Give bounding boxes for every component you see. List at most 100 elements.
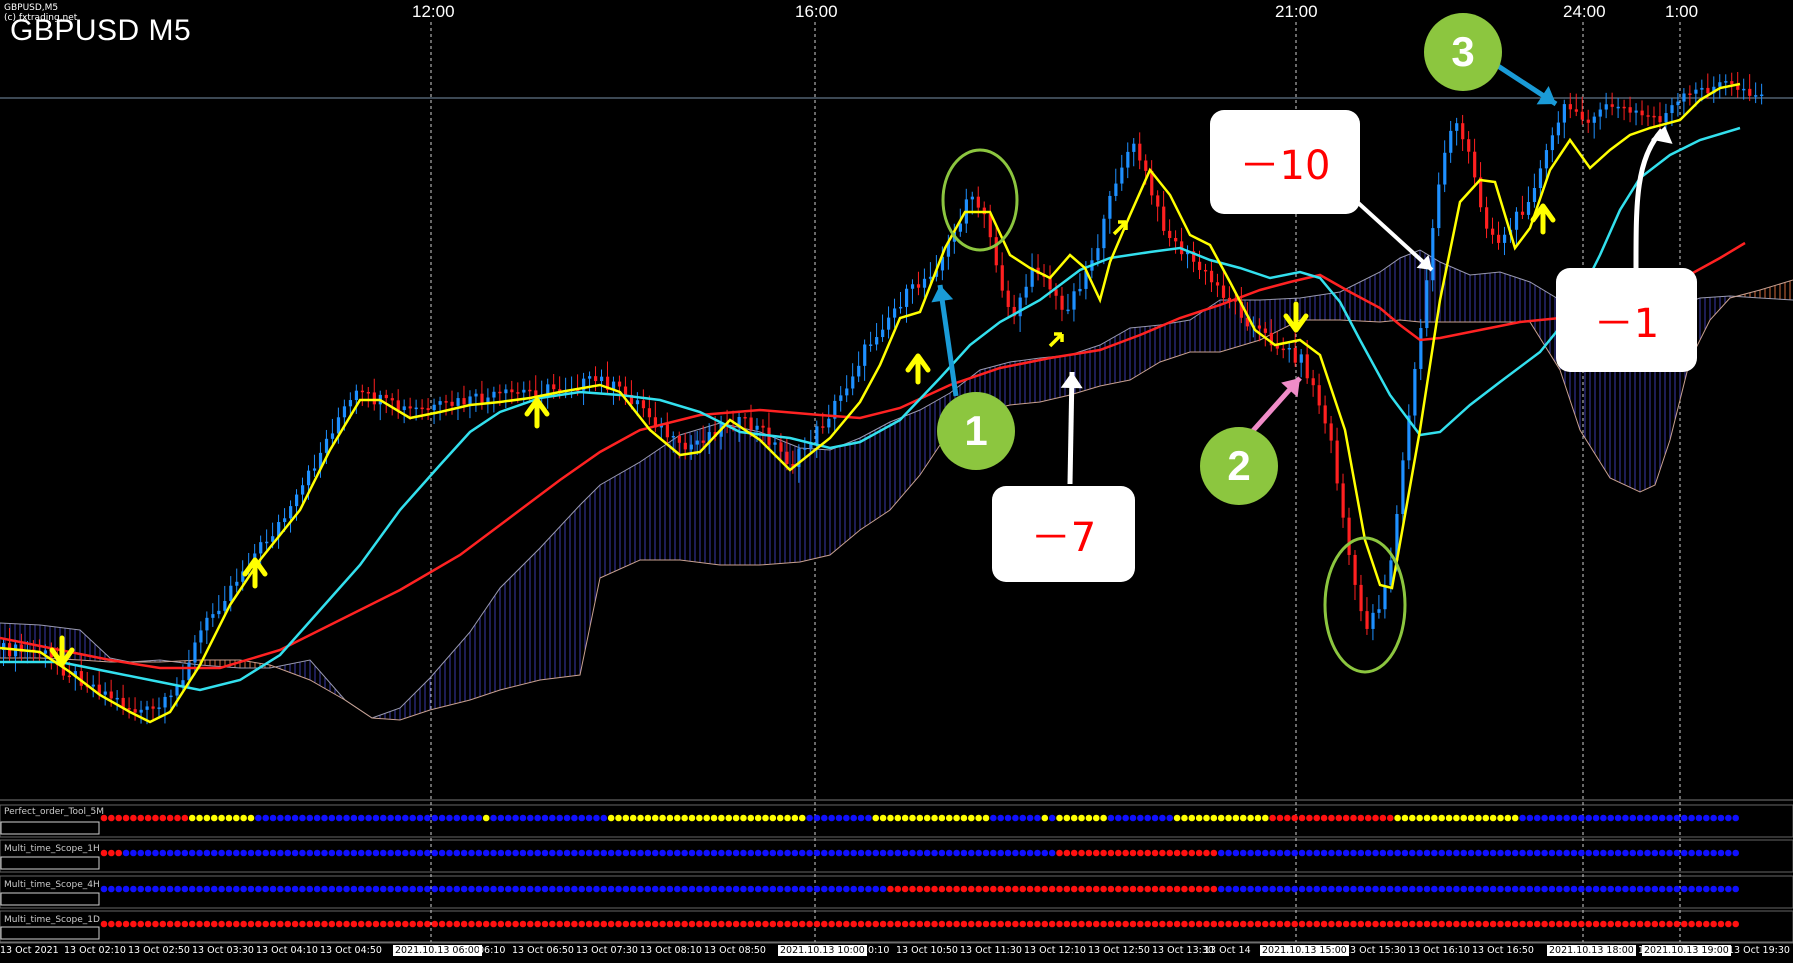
indicator-dot (982, 885, 990, 893)
indicator-dot (181, 885, 189, 893)
indicator-dot (504, 885, 512, 893)
indicator-dot (490, 814, 497, 822)
indicator-dot (1151, 814, 1159, 822)
indicator-dot (1034, 849, 1041, 857)
indicator-dot (1666, 849, 1673, 857)
indicator-dot (387, 920, 394, 928)
indicator-dot (262, 849, 270, 857)
indicator-dot (416, 814, 424, 822)
indicator-dot (1232, 849, 1240, 857)
indicator-dot (196, 920, 203, 928)
candle-body (462, 398, 466, 405)
indicator-dot (1592, 920, 1600, 928)
indicator-dot (188, 885, 196, 893)
indicator-dot (1181, 885, 1188, 893)
indicator-dot (284, 885, 292, 893)
moving-average-fast (0, 82, 1741, 724)
candle-body (600, 376, 604, 382)
indicator-dot (1688, 849, 1695, 857)
indicator-dot (534, 849, 541, 857)
indicator-dot (482, 814, 490, 822)
candle-body (157, 707, 161, 709)
candle-body (689, 444, 693, 450)
indicator-dot (1548, 814, 1556, 822)
indicator-dot (453, 920, 461, 928)
candle-body (893, 308, 897, 318)
indicator-dot (1666, 814, 1673, 822)
indicator-dot (1328, 849, 1335, 857)
indicator-dot (534, 920, 541, 928)
indicator-dot (843, 849, 850, 857)
indicator-dot (313, 849, 321, 857)
indicator-dot (1012, 814, 1019, 822)
indicator-dot (1357, 849, 1365, 857)
indicator-dot (1004, 849, 1012, 857)
indicator-dot (380, 885, 387, 893)
candle-body (420, 407, 424, 410)
indicator-dot (328, 920, 336, 928)
indicator-dot (174, 885, 181, 893)
candle-body (265, 541, 269, 544)
indicator-dot (1129, 920, 1137, 928)
indicator-dot (629, 814, 637, 822)
indicator-dot (629, 849, 637, 857)
indicator-dot (1585, 920, 1592, 928)
chart-canvas[interactable] (0, 0, 1793, 963)
candle-body (922, 278, 927, 288)
candle-body (1461, 123, 1465, 140)
indicator-dot (299, 849, 306, 857)
indicator-dot (277, 885, 284, 893)
candle-body (1706, 87, 1710, 94)
indicator-dot (468, 920, 475, 928)
indicator-dot (1342, 814, 1350, 822)
indicator-dot (497, 849, 505, 857)
indicator-dot (1012, 849, 1019, 857)
signal-arrow-up-2 (524, 397, 550, 429)
indicator-dot (482, 849, 490, 857)
candle-body (749, 417, 753, 430)
indicator-dot (806, 885, 813, 893)
indicator-dot (923, 814, 931, 822)
annotation-arrow-head (931, 285, 954, 303)
indicator-dot (1607, 814, 1615, 822)
indicator-dot (431, 849, 439, 857)
indicator-dot (718, 849, 725, 857)
indicator-dot (725, 920, 733, 928)
bottom-axis-label: 13 Oct 15:30 (1344, 945, 1406, 956)
indicator-dot (225, 885, 233, 893)
candle-body (916, 284, 921, 288)
indicator-dot (1622, 920, 1629, 928)
signal-arrow-shape (1048, 332, 1064, 348)
indicator-dot (1019, 814, 1027, 822)
indicator-dot (1276, 920, 1284, 928)
indicator-dot (1519, 849, 1526, 857)
indicator-dot (1519, 885, 1526, 893)
price-chart[interactable]: GBPUSD,M5 (c) fxtrading.net GBPUSD M5 12… (0, 0, 1793, 963)
indicator-dot (725, 885, 733, 893)
indicator-dot (585, 814, 593, 822)
indicator-dot (975, 849, 982, 857)
indicator-dot (821, 920, 828, 928)
indicator-dot (1578, 920, 1585, 928)
indicator-dot (431, 920, 439, 928)
indicator-dot (1416, 920, 1423, 928)
indicator-dot (990, 849, 997, 857)
candle-body (1682, 93, 1686, 102)
candle-body (1078, 288, 1082, 292)
candle-body (456, 398, 460, 406)
indicator-dot (446, 849, 453, 857)
indicator-dot (703, 849, 710, 857)
bottom-axis-label: 13 Oct 08:50 (704, 945, 766, 956)
indicator-dot (1107, 920, 1115, 928)
indicator-dot (1195, 849, 1203, 857)
indicator-dot (1475, 814, 1482, 822)
indicator-dot (696, 849, 703, 857)
indicator-dot (1614, 814, 1622, 822)
indicator-dot (468, 814, 475, 822)
indicator-dot (938, 814, 946, 822)
indicator-dot (372, 814, 380, 822)
indicator-dot (1188, 814, 1196, 822)
indicator-dot (144, 920, 152, 928)
indicator-dot (1137, 849, 1144, 857)
candle-body (1497, 234, 1501, 243)
